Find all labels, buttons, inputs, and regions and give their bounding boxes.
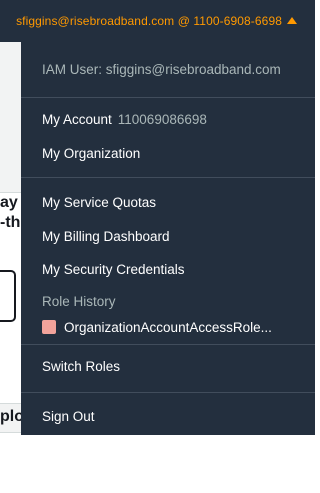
background-heading-fragment: -th	[0, 214, 21, 231]
background-service-icon	[0, 270, 16, 322]
divider	[21, 97, 315, 98]
divider	[21, 392, 315, 393]
account-menu-trigger[interactable]: sfiggins@risebroadband.com @ 1100-6908-6…	[16, 14, 297, 28]
role-history-item[interactable]: OrganizationAccountAccessRole...	[42, 320, 272, 335]
account-dropdown-menu: IAM User: sfiggins@risebroadband.com My …	[21, 42, 315, 435]
my-account-link[interactable]: My Account 110069086698	[42, 112, 207, 127]
role-history-heading: Role History	[42, 294, 116, 309]
account-number: 110069086698	[117, 112, 207, 127]
sign-out-link[interactable]: Sign Out	[42, 409, 95, 424]
my-billing-dashboard-link[interactable]: My Billing Dashboard	[42, 229, 170, 244]
role-history-item-label: OrganizationAccountAccessRole...	[64, 320, 272, 335]
my-organization-link[interactable]: My Organization	[42, 146, 140, 161]
caret-up-icon	[287, 17, 297, 24]
divider	[21, 344, 315, 345]
my-account-label: My Account	[42, 112, 112, 127]
iam-user-label: IAM User: sfiggins@risebroadband.com	[42, 62, 281, 77]
background-card-bottom	[0, 432, 315, 493]
my-service-quotas-link[interactable]: My Service Quotas	[42, 195, 156, 210]
role-color-swatch	[42, 320, 56, 334]
divider	[21, 177, 315, 178]
switch-roles-link[interactable]: Switch Roles	[42, 359, 120, 374]
account-menu-trigger-label: sfiggins@risebroadband.com @ 1100-6908-6…	[16, 14, 282, 28]
my-security-credentials-link[interactable]: My Security Credentials	[42, 262, 185, 277]
top-navigation-bar: sfiggins@risebroadband.com @ 1100-6908-6…	[0, 0, 315, 42]
background-heading-fragment: ay	[0, 194, 18, 211]
